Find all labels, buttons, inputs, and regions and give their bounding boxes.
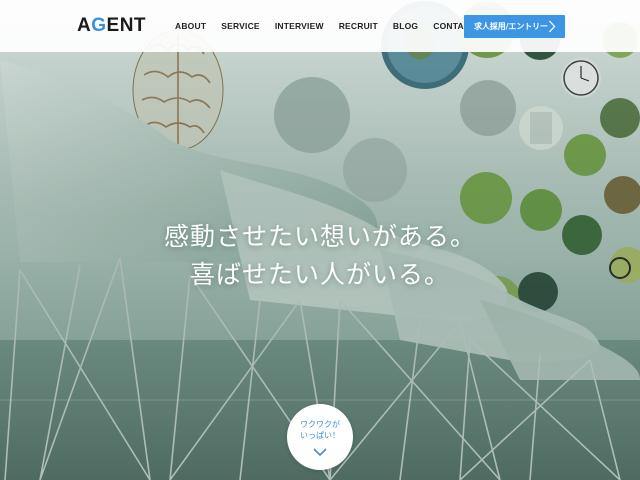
global-nav: ABOUT SERVICE INTERVIEW RECRUIT BLOG CON…: [175, 19, 476, 33]
nav-interview[interactable]: INTERVIEW: [275, 19, 324, 33]
logo-letter-g: G: [91, 15, 107, 36]
entry-button-label: 求人採用/エントリー: [474, 22, 548, 31]
scroll-badge-line-2: いっぱい！: [300, 431, 340, 440]
hero-catchcopy: 感動させたい想いがある。 喜ばせたい人がいる。: [0, 218, 640, 294]
catchcopy-line-2: 喜ばせたい人がいる。: [189, 260, 450, 289]
nav-service[interactable]: SERVICE: [221, 19, 260, 33]
nav-about[interactable]: ABOUT: [175, 19, 206, 33]
scroll-badge-line-1: ワクワクが: [300, 420, 340, 429]
site-logo[interactable]: AGENT: [77, 15, 146, 37]
site-header: AGENT ABOUT SERVICE INTERVIEW RECRUIT BL…: [0, 0, 640, 52]
scroll-down-badge[interactable]: ワクワクが いっぱい！: [287, 404, 353, 470]
logo-letter-a: A: [77, 15, 92, 36]
entry-button[interactable]: 求人採用/エントリー: [464, 15, 565, 38]
logo-letters-rest: ENT: [106, 15, 147, 36]
nav-blog[interactable]: BLOG: [393, 19, 418, 33]
chevron-down-icon: [313, 448, 327, 457]
nav-recruit[interactable]: RECRUIT: [339, 19, 378, 33]
catchcopy-line-1: 感動させたい想いがある。: [163, 222, 476, 251]
chevron-right-icon: [549, 20, 556, 33]
